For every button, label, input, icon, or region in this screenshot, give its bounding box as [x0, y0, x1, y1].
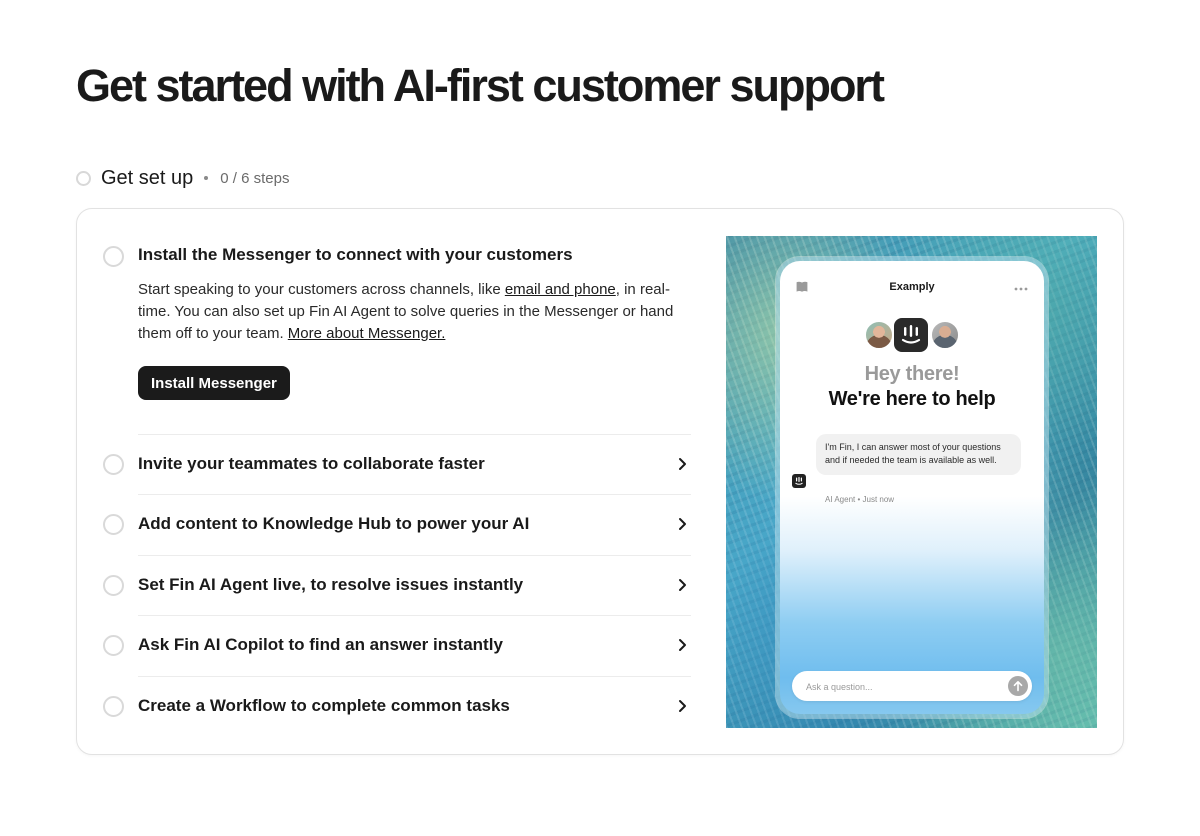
step-invite-teammates[interactable]: Invite your teammates to collaborate fas…: [103, 434, 691, 494]
step-status-icon: [103, 454, 124, 475]
step-status-icon[interactable]: [103, 246, 124, 267]
bot-avatar-icon: [792, 474, 806, 488]
step-description: Start speaking to your customers across …: [138, 279, 678, 345]
chat-message: I'm Fin, I can answer most of your quest…: [816, 434, 1021, 475]
desc-text: Start speaking to your customers across …: [138, 281, 505, 298]
step-title: Install the Messenger to connect with yo…: [138, 245, 573, 264]
step-title: Create a Workflow to complete common tas…: [138, 696, 510, 715]
chevron-right-icon: [679, 518, 686, 530]
chevron-right-icon: [679, 458, 686, 470]
step-ask-copilot[interactable]: Ask Fin AI Copilot to find an answer ins…: [103, 615, 691, 675]
message-meta: AI Agent • Just now: [825, 495, 895, 504]
messenger-window: Examply Hey there! We're here to help I'…: [780, 261, 1044, 714]
install-messenger-button[interactable]: Install Messenger: [138, 366, 290, 400]
step-title: Ask Fin AI Copilot to find an answer ins…: [138, 635, 503, 654]
step-set-fin-live[interactable]: Set Fin AI Agent live, to resolve issues…: [103, 555, 691, 615]
phone-frame: Examply Hey there! We're here to help I'…: [776, 257, 1048, 718]
more-about-messenger-link[interactable]: More about Messenger.: [288, 325, 446, 342]
messenger-preview: Examply Hey there! We're here to help I'…: [726, 236, 1097, 728]
setup-card: Install the Messenger to connect with yo…: [76, 208, 1124, 755]
step-status-icon: [103, 514, 124, 535]
chevron-right-icon: [679, 639, 686, 651]
page-title: Get started with AI-first customer suppo…: [76, 60, 885, 111]
headline: We're here to help: [828, 388, 996, 410]
chevron-right-icon: [679, 700, 686, 712]
email-phone-link[interactable]: email and phone: [505, 281, 616, 298]
send-button[interactable]: [1008, 676, 1028, 696]
greeting: Hey there!: [864, 363, 960, 385]
more-dots-icon: [1014, 287, 1028, 291]
setup-title: Get set up: [101, 166, 194, 189]
messenger-header: Examply: [780, 279, 1044, 297]
step-status-icon: [103, 635, 124, 656]
step-add-content[interactable]: Add content to Knowledge Hub to power yo…: [103, 494, 691, 554]
ask-bar: [792, 671, 1032, 703]
step-status-icon: [103, 696, 124, 717]
step-title: Set Fin AI Agent live, to resolve issues…: [138, 575, 524, 594]
step-create-workflow[interactable]: Create a Workflow to complete common tas…: [103, 676, 691, 736]
ask-question-input[interactable]: [804, 671, 998, 703]
send-arrow-icon: [1013, 681, 1023, 692]
avatar: [864, 320, 894, 350]
avatar: [930, 320, 960, 350]
chevron-right-icon: [679, 579, 686, 591]
progress-circle-icon: [76, 170, 91, 186]
step-title: Invite your teammates to collaborate fas…: [138, 454, 485, 473]
intercom-logo-icon: [892, 316, 930, 354]
separator-dot: [204, 176, 209, 180]
step-status-icon: [103, 575, 124, 596]
team-avatars: [864, 316, 962, 354]
setup-section-header: Get set up 0 / 6 steps: [76, 162, 290, 194]
steps-count: 0 / 6 steps: [220, 169, 290, 187]
step-title: Add content to Knowledge Hub to power yo…: [138, 514, 530, 533]
app-title: Examply: [889, 281, 935, 293]
